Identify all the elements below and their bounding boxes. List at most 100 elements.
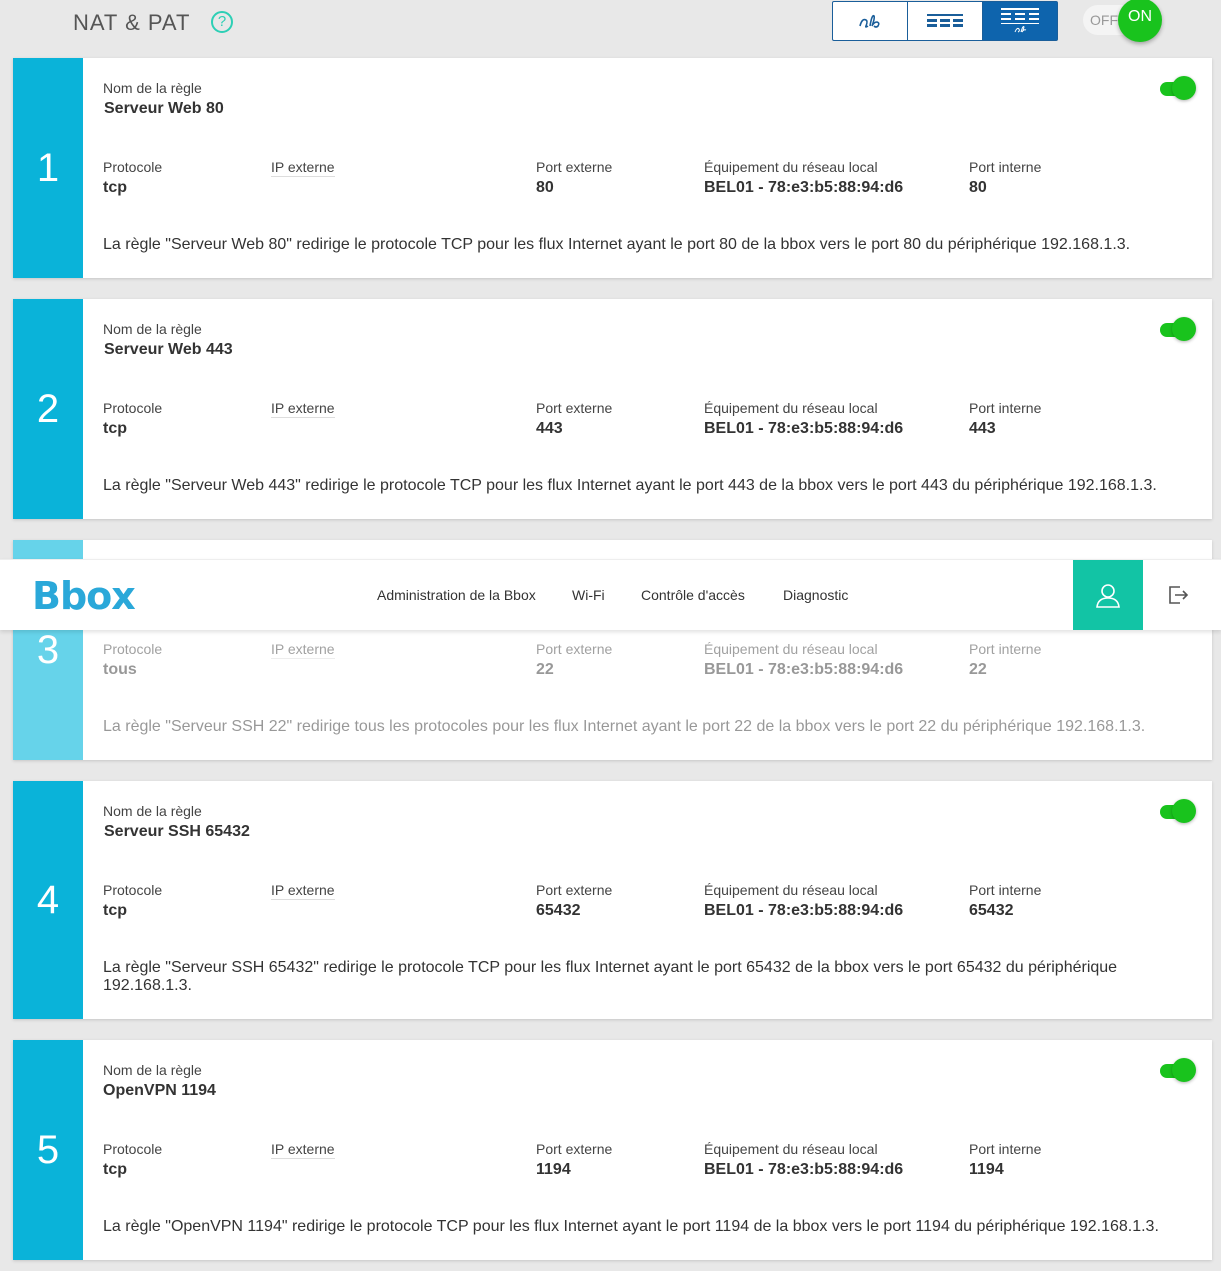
external-port-value: 443 (536, 420, 563, 437)
rule-number: 1 (13, 58, 83, 278)
protocol-value: tous (103, 661, 137, 678)
toggle-knob (1172, 317, 1196, 341)
rule-name-value: Serveur SSH 65432 (104, 823, 250, 840)
logout-button[interactable] (1143, 560, 1213, 630)
external-ip-label: IP externe (271, 882, 335, 900)
external-port-value: 22 (536, 661, 554, 678)
external-ip-label: IP externe (271, 641, 335, 659)
internal-port-label: Port interne (969, 159, 1042, 175)
local-device-label: Équipement du réseau local (704, 400, 878, 416)
rule-description: La règle "Serveur Web 443" redirige le p… (103, 477, 1157, 494)
nav-item-wifi[interactable]: Wi-Fi (572, 587, 605, 603)
card-view-icon (1001, 8, 1039, 33)
toggle-knob (1172, 1058, 1196, 1082)
rule-body: Nom de la règle Serveur SSH 65432 Protoc… (103, 781, 1212, 1019)
rule-card[interactable]: 1 Nom de la règle Serveur Web 80 Protoco… (13, 58, 1212, 278)
logout-icon (1169, 586, 1189, 604)
rule-description: La règle "Serveur SSH 22" redirige tous … (103, 718, 1146, 735)
external-port-value: 1194 (536, 1161, 571, 1178)
internal-port-value: 65432 (969, 902, 1014, 919)
rule-enable-toggle[interactable] (1160, 317, 1196, 343)
protocol-label: Protocole (103, 159, 163, 175)
toggle-knob (1172, 799, 1196, 823)
toggle-knob (1172, 76, 1196, 100)
rule-name-value: Serveur Web 443 (104, 341, 233, 358)
nav-item-diagnostic[interactable]: Diagnostic (783, 587, 848, 603)
global-toggle-on-knob: ON (1118, 0, 1162, 42)
rule-name-label: Nom de la règle (103, 803, 202, 819)
rule-name-label: Nom de la règle (103, 321, 202, 337)
text-view-icon (859, 14, 880, 28)
table-view-icon (927, 14, 963, 27)
view-mode-switch (832, 1, 1058, 41)
rule-number: 5 (13, 1040, 83, 1260)
global-toggle-off-label: OFF (1090, 12, 1118, 28)
rule-card[interactable]: 2 Nom de la règle Serveur Web 443 Protoc… (13, 299, 1212, 519)
protocol-label: Protocole (103, 400, 163, 416)
rule-name-label: Nom de la règle (103, 1062, 202, 1078)
protocol-value: tcp (103, 902, 127, 919)
rule-number: 4 (13, 781, 83, 1019)
protocol-label: Protocole (103, 1141, 163, 1157)
global-nat-toggle[interactable]: OFF ON (1083, 0, 1163, 42)
protocol-value: tcp (103, 1161, 127, 1178)
rule-body: Nom de la règle Serveur Web 80 Protocole… (103, 58, 1212, 278)
nav-item-administration[interactable]: Administration de la Bbox (377, 587, 536, 603)
internal-port-label: Port interne (969, 1141, 1042, 1157)
rule-name-value: Serveur Web 80 (104, 100, 224, 117)
rule-card[interactable]: 5 Nom de la règle OpenVPN 1194 Protocole… (13, 1040, 1212, 1260)
help-icon[interactable]: ? (211, 11, 233, 33)
page-header: NAT & PAT ? OFF ON (0, 0, 1221, 48)
bbox-logo[interactable]: Bbox (32, 574, 136, 618)
external-port-label: Port externe (536, 159, 613, 175)
rule-description: La règle "Serveur SSH 65432" redirige le… (103, 959, 1118, 994)
card-view-button[interactable] (983, 2, 1057, 40)
protocol-value: tcp (103, 420, 127, 437)
local-device-label: Équipement du réseau local (704, 641, 878, 657)
external-ip-label: IP externe (271, 1141, 335, 1159)
external-port-value: 65432 (536, 902, 581, 919)
external-port-value: 80 (536, 179, 554, 196)
local-device-value: BEL01 - 78:e3:b5:88:94:d6 (704, 420, 904, 437)
page-title: NAT & PAT (73, 10, 191, 35)
main-navbar: Bbox Administration de la Bbox Wi-Fi Con… (0, 559, 1221, 630)
rule-number: 2 (13, 299, 83, 519)
external-port-label: Port externe (536, 641, 613, 657)
local-device-value: BEL01 - 78:e3:b5:88:94:d6 (704, 179, 904, 196)
external-port-label: Port externe (536, 1141, 613, 1157)
internal-port-value: 80 (969, 179, 987, 196)
external-ip-label: IP externe (271, 159, 335, 177)
rule-description: La règle "OpenVPN 1194" redirige le prot… (103, 1218, 1159, 1235)
rule-name-label: Nom de la règle (103, 80, 202, 96)
internal-port-label: Port interne (969, 882, 1042, 898)
internal-port-value: 1194 (969, 1161, 1004, 1178)
nav-item-access-control[interactable]: Contrôle d'accès (641, 587, 745, 603)
rule-enable-toggle[interactable] (1160, 76, 1196, 102)
rule-card[interactable]: 4 Nom de la règle Serveur SSH 65432 Prot… (13, 781, 1212, 1019)
internal-port-label: Port interne (969, 641, 1042, 657)
local-device-label: Équipement du réseau local (704, 159, 878, 175)
rule-enable-toggle[interactable] (1160, 799, 1196, 825)
user-account-button[interactable] (1073, 560, 1143, 630)
protocol-label: Protocole (103, 882, 163, 898)
rule-description: La règle "Serveur Web 80" redirige le pr… (103, 236, 1131, 253)
rule-name-value: OpenVPN 1194 (103, 1082, 216, 1099)
external-port-label: Port externe (536, 400, 613, 416)
internal-port-value: 22 (969, 661, 987, 678)
local-device-label: Équipement du réseau local (704, 1141, 878, 1157)
rule-body: Nom de la règle OpenVPN 1194 Protocole t… (103, 1040, 1212, 1260)
local-device-label: Équipement du réseau local (704, 882, 878, 898)
internal-port-label: Port interne (969, 400, 1042, 416)
local-device-value: BEL01 - 78:e3:b5:88:94:d6 (704, 661, 904, 678)
text-view-button[interactable] (833, 2, 908, 40)
rule-enable-toggle[interactable] (1160, 1058, 1196, 1084)
table-view-button[interactable] (908, 2, 983, 40)
user-icon (1096, 584, 1120, 608)
external-port-label: Port externe (536, 882, 613, 898)
rule-body: Nom de la règle Serveur Web 443 Protocol… (103, 299, 1212, 519)
protocol-value: tcp (103, 179, 127, 196)
protocol-label: Protocole (103, 641, 163, 657)
external-ip-label: IP externe (271, 400, 335, 418)
local-device-value: BEL01 - 78:e3:b5:88:94:d6 (704, 902, 904, 919)
internal-port-value: 443 (969, 420, 996, 437)
